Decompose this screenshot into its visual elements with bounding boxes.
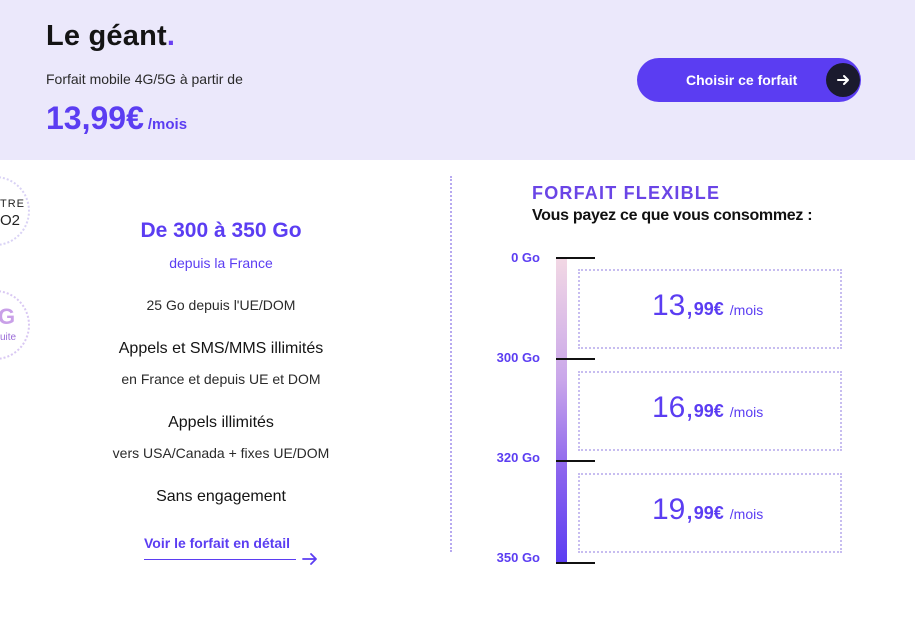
data-allowance-title: De 300 à 350 Go xyxy=(140,219,302,242)
arrow-right-link-icon[interactable] xyxy=(302,552,318,571)
tick-label-320: 320 Go xyxy=(496,450,540,465)
calls-title: Appels et SMS/MMS illimités xyxy=(118,340,324,357)
flexible-subtitle: Vous payez ce que vous consommez : xyxy=(532,207,813,224)
tick-label-0: 0 Go xyxy=(511,250,540,265)
plan-name: Le géant. xyxy=(46,20,176,52)
plan-page: Le géant. Forfait mobile 4G/5G à partir … xyxy=(0,0,915,625)
price-tier-1: 13,99€ /mois xyxy=(578,269,842,349)
badge-1-line-1: TRE xyxy=(0,198,25,210)
section-divider xyxy=(450,176,452,552)
tier-3-cents: 99€ xyxy=(693,503,724,523)
tier-2-whole: 16, xyxy=(652,391,694,424)
plan-subtitle: Forfait mobile 4G/5G à partir de xyxy=(46,71,243,87)
price-tier-3: 19,99€ /mois xyxy=(578,473,842,553)
plan-detail-link[interactable]: Voir le forfait en détail xyxy=(144,535,290,551)
tick-300 xyxy=(556,358,595,360)
tick-350 xyxy=(556,562,595,564)
plan-name-dot: . xyxy=(166,20,176,52)
commitment-text: Sans engagement xyxy=(156,488,286,505)
choose-plan-button[interactable]: Choisir ce forfait xyxy=(637,58,861,102)
tick-320 xyxy=(556,460,595,462)
tick-label-300: 300 Go xyxy=(496,350,540,365)
price-tier-2: 16,99€ /mois xyxy=(578,371,842,451)
tier-3-period: /mois xyxy=(729,506,764,522)
calls-sub: en France et depuis UE et DOM xyxy=(121,371,321,387)
plan-price-value: 13,99€ xyxy=(46,100,144,136)
flexible-title: FORFAIT FLEXIBLE xyxy=(532,183,721,203)
eu-data-allowance: 25 Go depuis l'UE/DOM xyxy=(146,297,296,313)
intl-calls-sub: vers USA/Canada + fixes UE/DOM xyxy=(112,445,330,461)
plan-price-period: /mois xyxy=(147,116,188,133)
plan-detail-underline xyxy=(144,559,296,560)
tick-label-350: 350 Go xyxy=(496,550,540,565)
tier-1-whole: 13, xyxy=(652,289,694,322)
plan-header: Le géant. Forfait mobile 4G/5G à partir … xyxy=(0,0,915,160)
tier-3-whole: 19, xyxy=(652,493,694,526)
intl-calls-title: Appels illimités xyxy=(168,414,274,431)
arrow-right-icon xyxy=(826,63,860,97)
tier-2-period: /mois xyxy=(729,404,764,420)
tick-0 xyxy=(556,257,595,259)
tier-1-period: /mois xyxy=(729,302,764,318)
tier-2-cents: 99€ xyxy=(693,401,724,421)
tier-1-cents: 99€ xyxy=(693,299,724,319)
usage-gauge-bar xyxy=(556,258,567,564)
data-allowance-sub: depuis la France xyxy=(169,255,273,271)
choose-plan-label: Choisir ce forfait xyxy=(686,72,798,88)
plan-price: 13,99€/mois xyxy=(46,100,187,137)
